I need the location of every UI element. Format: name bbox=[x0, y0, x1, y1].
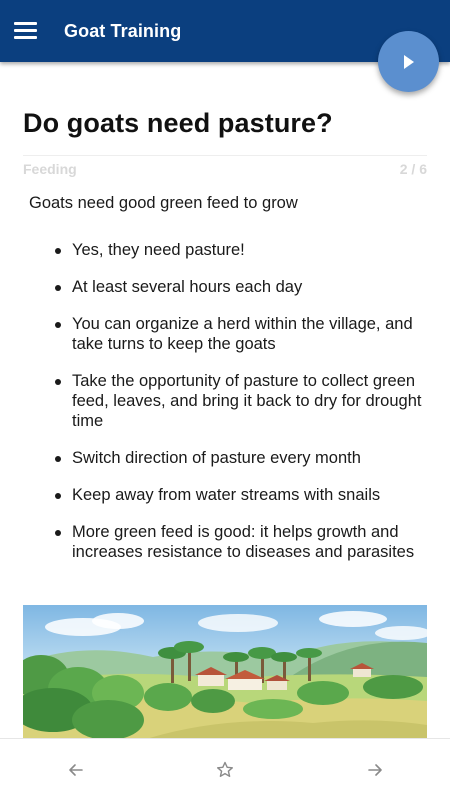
arrow-left-icon[interactable] bbox=[65, 759, 87, 781]
lesson-progress: 2 / 6 bbox=[399, 161, 427, 177]
pasture-illustration bbox=[23, 605, 427, 738]
play-button[interactable] bbox=[378, 31, 439, 92]
list-item: Keep away from water streams with snails bbox=[23, 485, 427, 505]
play-icon bbox=[404, 55, 414, 69]
bullet-list: Yes, they need pasture! At least several… bbox=[23, 240, 427, 579]
list-item: At least several hours each day bbox=[23, 277, 427, 297]
list-item: You can organize a herd within the villa… bbox=[23, 314, 427, 354]
list-item: More green feed is good: it helps growth… bbox=[23, 522, 427, 562]
lesson-content[interactable]: Do goats need pasture? Feeding 2 / 6 Goa… bbox=[0, 62, 450, 738]
list-item: Switch direction of pasture every month bbox=[23, 448, 427, 468]
arrow-right-icon[interactable] bbox=[364, 759, 386, 781]
divider bbox=[23, 155, 427, 156]
lesson-intro: Goats need good green feed to grow bbox=[29, 194, 298, 212]
app-title: Goat Training bbox=[64, 21, 182, 41]
hamburger-menu-icon[interactable] bbox=[14, 19, 40, 41]
lesson-category: Feeding bbox=[23, 161, 77, 177]
star-outline-icon[interactable] bbox=[214, 759, 236, 781]
list-item: Yes, they need pasture! bbox=[23, 240, 427, 260]
lesson-title: Do goats need pasture? bbox=[23, 108, 333, 138]
bottom-navigation bbox=[0, 738, 450, 800]
list-item: Take the opportunity of pasture to colle… bbox=[23, 371, 427, 431]
